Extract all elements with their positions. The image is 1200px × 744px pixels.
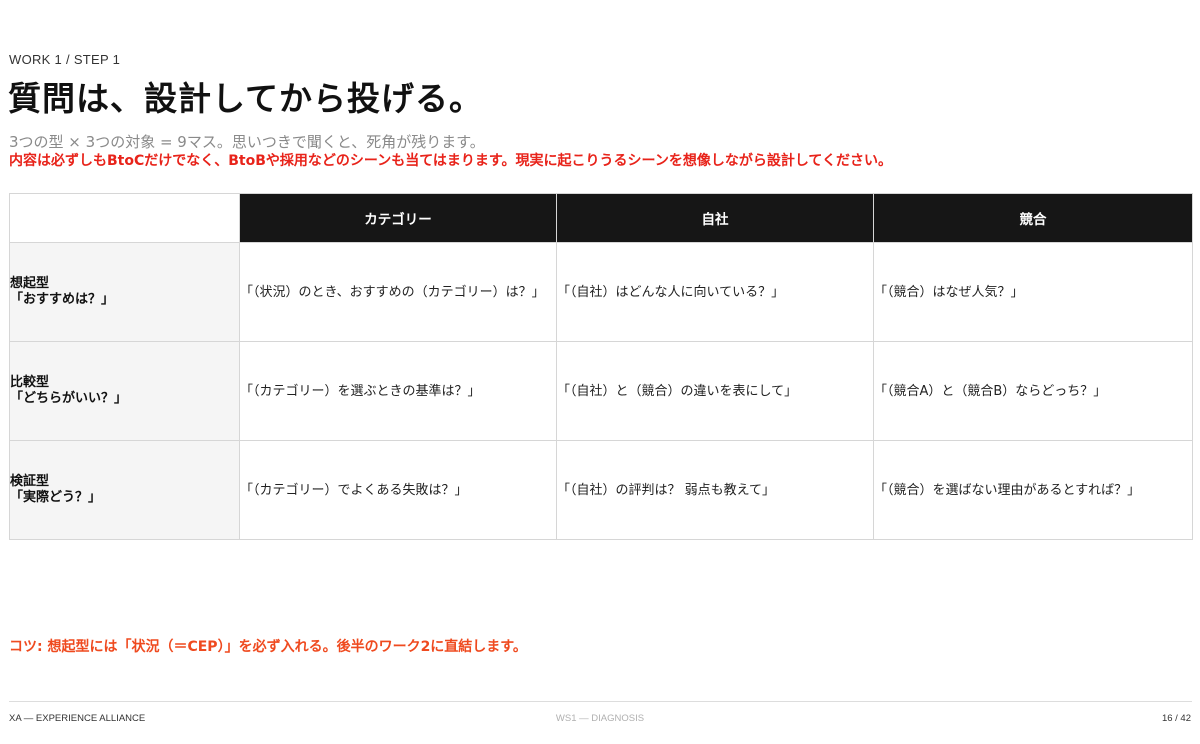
- matrix-cell: 「（競合）を選ばない理由があるとすれば？」: [873, 440, 1193, 540]
- matrix-cell: 「（カテゴリー）を選ぶときの基準は？」: [239, 341, 557, 441]
- row-type-label: 比較型: [10, 375, 50, 390]
- tip-text: コツ: 想起型には「状況（＝CEP）」を必ず入れる。後半のワーク2に直結します。: [9, 639, 527, 655]
- matrix-cell: 「（自社）はどんな人に向いている？」: [556, 242, 874, 342]
- step-label: WORK 1 / STEP 1: [9, 52, 121, 67]
- page-title: 質問は、設計してから投げる。: [8, 79, 484, 118]
- row-type-label: 検証型: [10, 474, 50, 489]
- footer-section: WS1 — DIAGNOSIS: [555, 713, 645, 724]
- row-question-label: 「どちらがいい？」: [10, 391, 128, 406]
- matrix-corner-cell: [9, 193, 240, 243]
- page-subtitle: 3つの型 × 3つの対象 = 9マス。思いつきで聞くと、死角が残ります。: [9, 133, 485, 151]
- matrix-cell: 「（競合A）と（競合B）ならどっち？」: [873, 341, 1193, 441]
- matrix-row-verify: 検証型 「実際どう？」 「（カテゴリー）でよくある失敗は？」 「（自社）の評判は…: [9, 440, 1193, 540]
- column-header-competitor: 競合: [873, 193, 1193, 243]
- row-type-label: 想起型: [10, 276, 50, 291]
- question-matrix: カテゴリー 自社 競合 想起型 「おすすめは？」 「（状況）のとき、おすすめの（…: [9, 193, 1193, 540]
- row-question-label: 「実際どう？」: [10, 490, 102, 505]
- matrix-cell: 「（競合）はなぜ人気？」: [873, 242, 1193, 342]
- column-header-category: カテゴリー: [239, 193, 557, 243]
- footer-divider: [9, 701, 1192, 702]
- matrix-row-compare: 比較型 「どちらがいい？」 「（カテゴリー）を選ぶときの基準は？」 「（自社）と…: [9, 341, 1193, 441]
- scope-note: 内容は必ずしもBtoCだけでなく、BtoBや採用などのシーンも当てはまります。現…: [9, 153, 892, 169]
- row-header-recall: 想起型 「おすすめは？」: [9, 242, 240, 342]
- slide: WORK 1 / STEP 1 質問は、設計してから投げる。 3つの型 × 3つ…: [0, 0, 1200, 744]
- row-question-label: 「おすすめは？」: [10, 292, 115, 307]
- matrix-cell: 「（カテゴリー）でよくある失敗は？」: [239, 440, 557, 540]
- matrix-cell: 「（自社）と（競合）の違いを表にして」: [556, 341, 874, 441]
- column-header-own-company: 自社: [556, 193, 874, 243]
- page-number: 16 / 42: [1161, 713, 1191, 724]
- matrix-cell: 「（状況）のとき、おすすめの（カテゴリー）は？」: [239, 242, 557, 342]
- matrix-header-row: カテゴリー 自社 競合: [9, 193, 1193, 243]
- row-header-compare: 比較型 「どちらがいい？」: [9, 341, 240, 441]
- matrix-cell: 「（自社）の評判は？ 弱点も教えて」: [556, 440, 874, 540]
- matrix-row-recall: 想起型 「おすすめは？」 「（状況）のとき、おすすめの（カテゴリー）は？」 「（…: [9, 242, 1193, 342]
- row-header-verify: 検証型 「実際どう？」: [9, 440, 240, 540]
